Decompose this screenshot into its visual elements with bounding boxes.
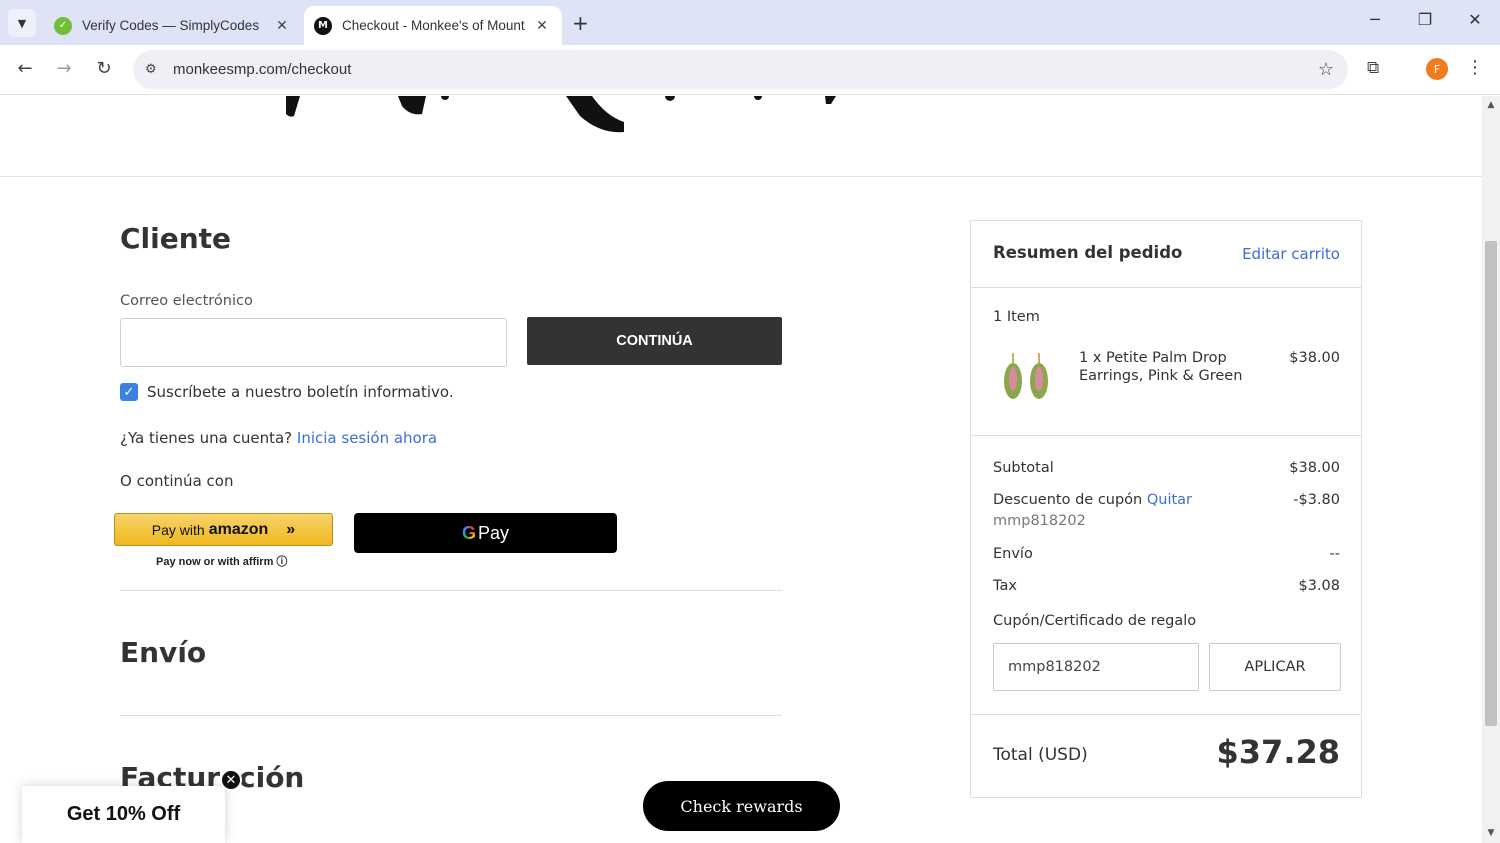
scrollbar-thumb[interactable] <box>1485 241 1497 726</box>
customer-section-title: Cliente <box>120 222 232 255</box>
bookmark-star-icon[interactable]: ☆ <box>1318 59 1334 80</box>
discount-label: Descuento de cupón <box>993 492 1143 508</box>
account-prompt-line: ¿Ya tienes una cuenta? Inicia sesión aho… <box>120 429 437 447</box>
apply-coupon-button[interactable]: APLICAR <box>1209 643 1341 691</box>
section-divider <box>120 715 782 716</box>
product-price: $38.00 <box>1289 350 1340 366</box>
double-chevron-icon: » <box>286 520 296 538</box>
extensions-icon[interactable]: ⧉ <box>1367 58 1379 78</box>
account-prompt: ¿Ya tienes una cuenta? <box>120 429 293 447</box>
summary-divider <box>971 287 1361 288</box>
tab-title: Verify Codes — SimplyCodes <box>82 18 260 33</box>
discount-row: Descuento de cupón Quitar <box>993 492 1192 508</box>
shipping-label: Envío <box>993 546 1033 562</box>
url-text[interactable]: monkeesmp.com/checkout <box>173 61 351 78</box>
email-field[interactable] <box>120 318 507 367</box>
newsletter-label: Suscríbete a nuestro boletín informativo… <box>147 383 454 401</box>
shipping-value: -- <box>1329 546 1340 562</box>
scroll-up-icon[interactable]: ▲ <box>1482 100 1500 110</box>
tax-label: Tax <box>993 578 1017 594</box>
subtotal-value: $38.00 <box>1289 460 1340 476</box>
simplycodes-icon: ✓ <box>54 16 72 35</box>
browser-menu-icon[interactable]: ⋮ <box>1466 57 1484 78</box>
coupon-label: Cupón/Certificado de regalo <box>993 613 1197 629</box>
continue-button[interactable]: CONTINÚA <box>527 317 782 365</box>
total-value: $37.28 <box>1216 733 1340 771</box>
discount-value: -$3.80 <box>1293 492 1340 508</box>
edit-cart-link[interactable]: Editar carrito <box>1242 245 1340 263</box>
summary-divider <box>971 714 1361 715</box>
affirm-note-text: Pay now or with affirm <box>156 556 274 568</box>
total-label: Total (USD) <box>993 745 1088 765</box>
address-bar[interactable]: ⚙ monkeesmp.com/checkout ☆ <box>133 50 1348 89</box>
close-tab-icon[interactable]: ✕ <box>272 18 292 34</box>
browser-tab-bar: ▼ ✓ Verify Codes — SimplyCodes ✕ M Check… <box>0 0 1500 45</box>
or-continue-label: O continúa con <box>120 472 234 490</box>
amazon-pay-button[interactable]: Pay with amazon » <box>114 513 333 546</box>
close-tab-icon[interactable]: ✕ <box>532 18 552 34</box>
site-info-icon[interactable]: ⚙ <box>145 62 165 77</box>
discount-code: mmp818202 <box>993 513 1086 529</box>
profile-avatar[interactable]: F <box>1426 58 1448 80</box>
new-tab-icon[interactable]: + <box>572 11 589 35</box>
order-summary: Resumen del pedido Editar carrito 1 Item… <box>970 220 1362 798</box>
forward-icon[interactable]: → <box>52 58 76 79</box>
google-pay-button[interactable]: G Pay <box>354 513 617 553</box>
checkout-page: Cliente Correo electrónico CONTINÚA ✓ Su… <box>0 96 1482 843</box>
google-g-icon: G <box>461 522 476 543</box>
item-count: 1 Item <box>993 309 1040 325</box>
product-image <box>1004 353 1048 399</box>
browser-toolbar: ← → ↻ ⚙ monkeesmp.com/checkout ☆ ⧉ ⋮ <box>0 45 1500 95</box>
summary-divider <box>971 435 1361 436</box>
amazon-pay-prefix: Pay with <box>151 521 205 538</box>
check-rewards-button[interactable]: Check rewards <box>643 781 840 831</box>
reload-icon[interactable]: ↻ <box>92 58 116 79</box>
window-close-icon[interactable]: ✕ <box>1460 10 1490 29</box>
tab-simplycodes[interactable]: ✓ Verify Codes — SimplyCodes ✕ <box>44 6 302 45</box>
subtotal-label: Subtotal <box>993 460 1054 476</box>
tab-search-dropdown-icon[interactable]: ▼ <box>8 9 36 37</box>
monkees-m-icon: M <box>314 16 332 35</box>
tax-value: $3.08 <box>1298 578 1340 594</box>
scroll-down-icon[interactable]: ▼ <box>1482 828 1500 838</box>
summary-title: Resumen del pedido <box>993 243 1183 262</box>
remove-coupon-link[interactable]: Quitar <box>1147 492 1192 508</box>
email-label: Correo electrónico <box>120 293 253 309</box>
info-icon[interactable]: ⓘ <box>276 556 287 568</box>
shipping-section-title: Envío <box>120 636 207 669</box>
page-scrollbar[interactable]: ▲ ▼ <box>1482 96 1500 843</box>
back-icon[interactable]: ← <box>13 58 37 79</box>
affirm-note: Pay now or with affirm ⓘ <box>156 553 287 569</box>
product-name: 1 x Petite Palm Drop Earrings, Pink & Gr… <box>1079 350 1243 384</box>
store-logo-fragment <box>286 96 836 133</box>
tab-title: Checkout - Monkee's of Mount <box>342 18 525 33</box>
header-divider <box>0 176 1482 177</box>
tab-checkout[interactable]: M Checkout - Monkee's of Mount ✕ <box>304 6 562 45</box>
signin-link[interactable]: Inicia sesión ahora <box>297 429 437 447</box>
amazon-logo: amazon <box>208 520 269 538</box>
minimize-icon[interactable]: ─ <box>1360 10 1390 29</box>
discount-promo-popup[interactable]: Get 10% Off <box>22 786 225 843</box>
gpay-label: Pay <box>477 522 510 543</box>
newsletter-checkbox[interactable]: ✓ <box>120 383 138 401</box>
section-divider <box>120 590 782 591</box>
close-promo-icon[interactable]: ✕ <box>220 769 242 791</box>
restore-icon[interactable]: ❐ <box>1410 10 1440 29</box>
coupon-input[interactable]: mmp818202 <box>993 643 1199 691</box>
